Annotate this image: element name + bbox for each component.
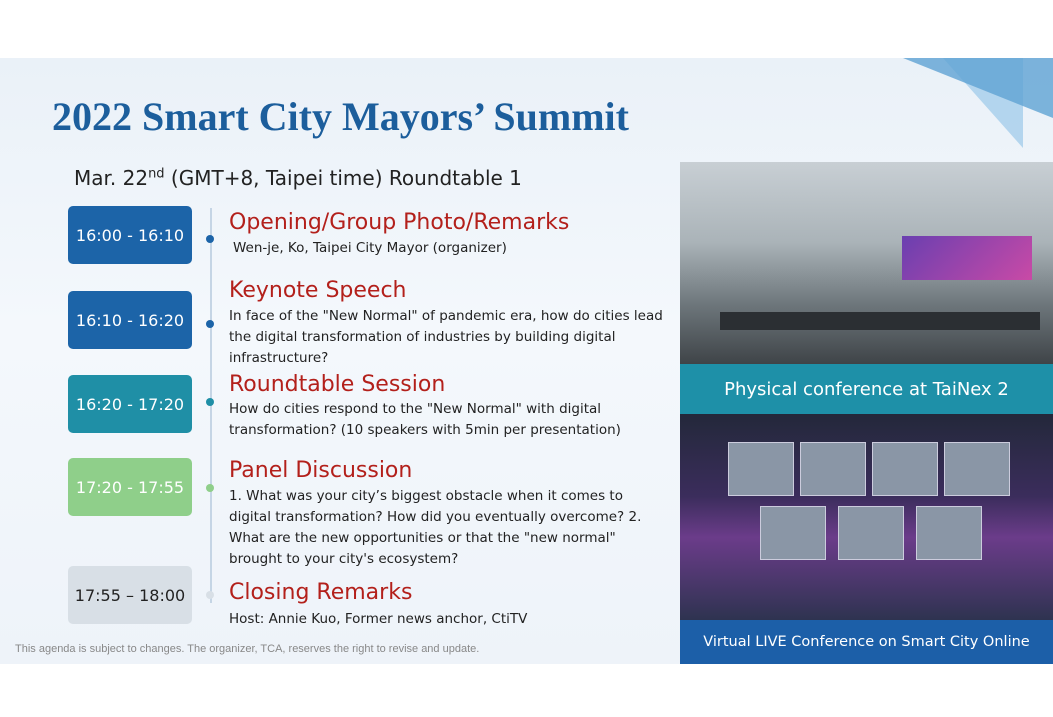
slide-title: 2022 Smart City Mayors’ Summit [52,94,629,139]
session-desc: How do cities respond to the "New Normal… [229,401,621,438]
date-prefix: Mar. 22 [74,166,149,190]
session-desc: Host: Annie Kuo, Former news anchor, Cti… [229,611,528,627]
virtual-conference-photo [680,414,1053,620]
session-title: Opening/Group Photo/Remarks [229,210,570,235]
session-time-box: 17:20 - 17:55 [68,458,192,516]
session-title: Panel Discussion [229,458,413,483]
date-suffix: (GMT+8, Taipei time) Roundtable 1 [164,166,522,190]
session-time-box: 16:00 - 16:10 [68,206,192,264]
video-tile [838,506,904,560]
timeline-dot [206,398,214,406]
timeline-dot [206,591,214,599]
agenda-slide: 2022 Smart City Mayors’ Summit Mar. 22nd… [0,58,1053,664]
conference-table [720,312,1040,330]
timeline-dot [206,320,214,328]
video-tile [872,442,938,496]
virtual-conference-caption: Virtual LIVE Conference on Smart City On… [680,620,1053,664]
decorative-triangle [903,58,1053,118]
video-tile [728,442,794,496]
session-time-box: 16:20 - 17:20 [68,375,192,433]
agenda-note: This agenda is subject to changes. The o… [15,643,480,655]
session-title: Closing Remarks [229,580,413,605]
session-desc: Wen-je, Ko, Taipei City Mayor (organizer… [233,240,507,256]
event-date: Mar. 22nd (GMT+8, Taipei time) Roundtabl… [74,166,522,190]
video-tile [760,506,826,560]
physical-conference-photo [680,162,1053,364]
session-time-box: 17:55 – 18:00 [68,566,192,624]
session-time-box: 16:10 - 16:20 [68,291,192,349]
timeline-dot [206,235,214,243]
physical-conference-caption: Physical conference at TaiNex 2 [680,364,1053,414]
video-tile [800,442,866,496]
video-tile [916,506,982,560]
video-tile [944,442,1010,496]
session-desc: In face of the "New Normal" of pandemic … [229,308,663,366]
date-sup: nd [148,166,165,182]
session-title: Roundtable Session [229,372,446,397]
session-desc: 1. What was your city’s biggest obstacle… [229,488,642,567]
stage-screen [902,236,1032,280]
session-title: Keynote Speech [229,278,407,303]
timeline-dot [206,484,214,492]
